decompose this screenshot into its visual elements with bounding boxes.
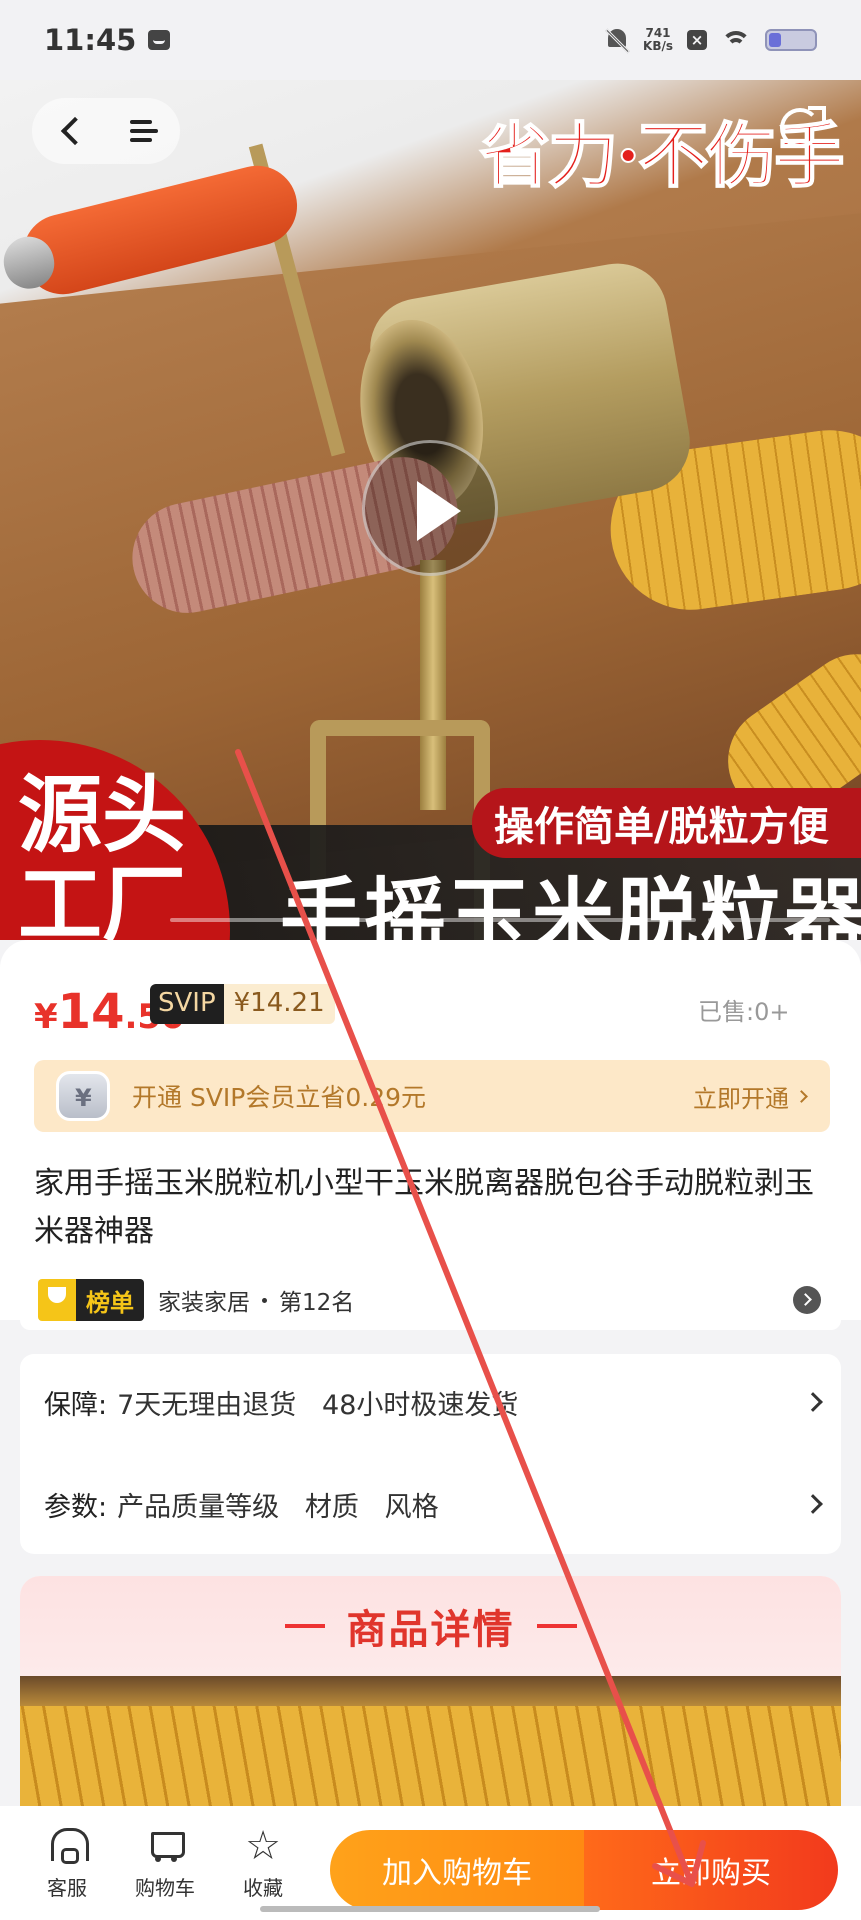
- carousel-indicator: [170, 918, 831, 922]
- feature-banner: 操作简单/脱粒方便: [472, 788, 861, 858]
- guarantee-row[interactable]: 保障: 7天无理由退货 48小时极速发货: [44, 1372, 834, 1432]
- network-speed: 741 KB/s: [643, 26, 673, 53]
- svip-price-tag: SVIP ¥14.21: [150, 984, 335, 1024]
- headset-icon: [47, 1826, 89, 1866]
- star-icon: ☆: [245, 1823, 281, 1869]
- hero-main-title: 手摇玉米脱粒器: [280, 869, 861, 940]
- separator-dot: [262, 1297, 267, 1303]
- price-card: ¥ 14 .50 SVIP ¥14.21 已售:0+ 开通 SVIP会员立省0.…: [0, 940, 861, 1320]
- add-to-cart-button[interactable]: 加入购物车: [330, 1830, 584, 1910]
- detail-header: 商品详情: [20, 1576, 841, 1676]
- menu-icon[interactable]: [129, 120, 158, 142]
- favorite-tab[interactable]: ☆ 收藏: [214, 1826, 312, 1901]
- bottom-action-bar: 客服 购物车 ☆ 收藏 加入购物车 立即购买: [0, 1806, 861, 1920]
- status-bar: 11:45 741 KB/s ×: [0, 0, 861, 80]
- wifi-icon: [721, 29, 751, 51]
- arrow-circle-icon[interactable]: [793, 1286, 821, 1314]
- message-notification-icon: [148, 30, 171, 50]
- share-icon[interactable]: [780, 106, 826, 148]
- service-info-card: 保障: 7天无理由退货 48小时极速发货 参数: 产品质量等级 材质 风格: [20, 1354, 841, 1554]
- rank-position: 第12名: [279, 1290, 355, 1316]
- purchase-buttons: 加入购物车 立即购买: [330, 1830, 838, 1910]
- factory-badge: 源头工厂: [18, 765, 187, 941]
- customer-service-tab[interactable]: 客服: [18, 1826, 116, 1901]
- chevron-right-icon: [803, 1392, 823, 1412]
- params-row[interactable]: 参数: 产品质量等级 材质 风格: [44, 1474, 834, 1534]
- svip-promo-banner[interactable]: 开通 SVIP会员立省0.29元 立即开通: [34, 1060, 830, 1132]
- detail-title: 商品详情: [346, 1607, 515, 1653]
- status-time: 11:45: [44, 23, 137, 57]
- detail-corn-image: [20, 1676, 841, 1806]
- ranking-badge: 榜单: [38, 1279, 144, 1321]
- cart-icon: [145, 1826, 185, 1866]
- chevron-right-icon: [803, 1494, 823, 1514]
- ranking-bar[interactable]: 榜单 家装家居 第12名: [20, 1270, 841, 1330]
- trophy-icon: [38, 1279, 76, 1321]
- nav-pill: [32, 98, 180, 164]
- sim-off-icon: ×: [687, 30, 707, 50]
- product-detail-section: 商品详情: [20, 1576, 841, 1806]
- buy-now-button[interactable]: 立即购买: [584, 1830, 838, 1910]
- chevron-right-icon: [795, 1089, 808, 1103]
- battery-icon: [765, 29, 817, 51]
- cart-tab[interactable]: 购物车: [116, 1826, 214, 1901]
- play-video-button[interactable]: [362, 440, 498, 576]
- coin-bag-icon: [56, 1071, 110, 1121]
- product-title: 家用手摇玉米脱粒机小型干玉米脱离器脱包谷手动脱粒剥玉米器神器: [34, 1166, 814, 1249]
- back-icon[interactable]: [60, 116, 89, 146]
- product-hero-image[interactable]: 省力·不伤手 源头工厂 操作简单/脱粒方便 手摇玉米脱粒器: [0, 80, 861, 940]
- sold-count: 已售:0+: [698, 998, 790, 1026]
- open-svip-link[interactable]: 立即开通: [693, 1079, 808, 1114]
- home-indicator[interactable]: [260, 1906, 600, 1912]
- svip-promo-text: 开通 SVIP会员立省0.29元: [132, 1083, 427, 1112]
- mute-icon: [605, 27, 630, 54]
- rank-category: 家装家居: [158, 1290, 250, 1316]
